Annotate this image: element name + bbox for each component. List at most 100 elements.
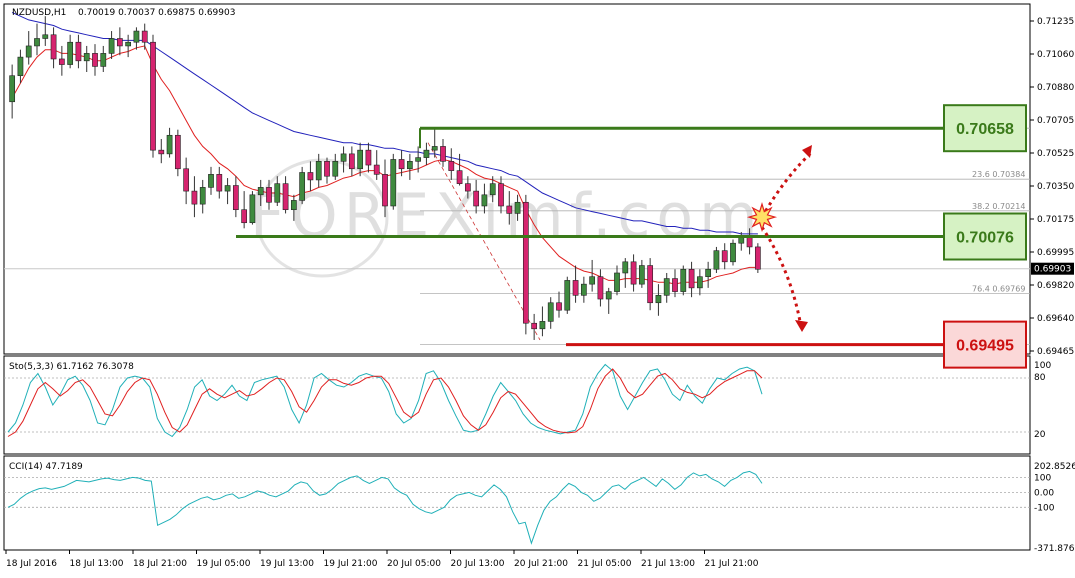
price-axis-label: 0.69465	[1037, 347, 1074, 357]
bullish-candle	[274, 183, 281, 203]
bearish-candle	[448, 161, 455, 171]
bullish-candle	[539, 321, 546, 330]
bullish-candle	[249, 194, 256, 224]
time-axis-label: 18 Jul 21:00	[133, 559, 187, 569]
bearish-candle	[754, 246, 761, 270]
time-axis-label: 21 Jul 13:00	[641, 559, 695, 569]
breakout-burst-icon	[746, 202, 778, 233]
bullish-candle	[315, 161, 322, 181]
bullish-candle	[9, 75, 16, 103]
fib-label: 23.6 0.70384	[972, 170, 1025, 179]
price-axis-label: 0.71235	[1037, 17, 1074, 27]
bullish-candle	[622, 261, 629, 274]
price-axis-label: 0.69995	[1037, 248, 1074, 258]
bullish-candle	[423, 149, 430, 158]
price-axis-label: 0.69820	[1037, 281, 1074, 291]
bullish-candle	[125, 41, 132, 47]
bullish-candle	[605, 291, 612, 300]
bullish-candle	[415, 157, 422, 162]
bullish-candle	[199, 187, 206, 205]
bearish-projection-path	[760, 226, 802, 322]
bearish-candle	[58, 58, 65, 65]
time-axis-label: 19 Jul 05:00	[197, 559, 251, 569]
bullish-candle	[713, 250, 720, 270]
bearish-candle	[216, 174, 223, 192]
time-axis-label: 19 Jul 13:00	[260, 559, 314, 569]
fib-label: 38.2 0.70214	[972, 202, 1025, 211]
forex-chart: FOREXimf.com 23.6 0.70384 38.2 0.70214 76.…	[0, 0, 1075, 578]
bullish-candle	[257, 187, 264, 196]
bullish-candle	[108, 38, 115, 54]
bearish-candle	[232, 185, 239, 211]
cci-panel-frame	[3, 455, 1031, 551]
stochastic-axis-label: 20	[1034, 430, 1046, 440]
bullish-candle	[680, 268, 687, 292]
bearish-candle	[531, 322, 538, 330]
bullish-candle	[696, 276, 703, 289]
bullish-candle	[431, 146, 438, 151]
bullish-candle	[224, 185, 231, 192]
time-axis-label: 20 Jul 05:00	[387, 559, 441, 569]
bearish-candle	[506, 205, 513, 214]
bullish-candle	[580, 283, 587, 296]
bearish-candle	[183, 168, 190, 192]
time-axis-label: 18 Jul 2016	[6, 559, 57, 569]
bearish-candle	[174, 134, 181, 170]
bearish-candle	[647, 265, 654, 304]
bearish-candle	[307, 172, 314, 181]
bearish-candle	[456, 170, 463, 184]
bullish-candle	[25, 45, 32, 58]
bearish-candle	[50, 34, 57, 60]
bullish-candle	[340, 153, 347, 162]
bullish-candle	[614, 272, 620, 292]
bullish-candle	[655, 295, 662, 304]
bearish-candle	[522, 201, 529, 324]
bearish-candle	[241, 209, 248, 224]
time-axis-label: 20 Jul 21:00	[514, 559, 568, 569]
bullish-projection-arrowhead	[802, 145, 812, 158]
bullish-candle	[166, 134, 173, 155]
watermark-text: FOREXimf.com	[250, 181, 764, 251]
bearish-candle	[473, 190, 480, 207]
pivot-level-label: 0.70076	[956, 230, 1014, 247]
bullish-candle	[299, 172, 306, 201]
bearish-candle	[282, 183, 289, 211]
bullish-candle	[42, 34, 49, 39]
bearish-candle	[672, 278, 678, 292]
current-price-label: 0.69903	[1034, 265, 1071, 275]
cci-axis-label: 0.00	[1034, 488, 1054, 498]
stochastic-panel-frame	[3, 355, 1031, 455]
bearish-candle	[464, 183, 471, 192]
bullish-candle	[67, 41, 74, 65]
bullish-candle	[705, 268, 712, 278]
bearish-candle	[92, 53, 98, 67]
resistance-level-label: 0.70658	[956, 121, 1014, 138]
bearish-candle	[141, 30, 148, 43]
bullish-candle	[34, 38, 40, 47]
price-axis-label: 0.70525	[1037, 149, 1074, 159]
bullish-candle	[481, 194, 488, 207]
bearish-candle	[75, 41, 82, 62]
bullish-candle	[730, 242, 736, 263]
bearish-candle	[373, 164, 380, 175]
price-axis-label: 0.70705	[1037, 116, 1074, 126]
cci-title: CCI(14) 47.7189	[9, 462, 83, 472]
cci-axis-label: 202.8526	[1034, 462, 1075, 472]
bearish-candle	[556, 302, 562, 311]
instrument-label: NZDUSD,H1	[12, 8, 66, 18]
time-axis-label: 20 Jul 13:00	[451, 559, 505, 569]
bullish-candle	[17, 56, 24, 77]
bearish-candle	[266, 187, 272, 203]
bullish-candle	[83, 53, 90, 62]
bullish-projection-path	[760, 150, 814, 218]
support-level-label: 0.69495	[956, 338, 1014, 355]
bullish-candle	[390, 159, 397, 207]
price-axis-label: 0.69640	[1037, 314, 1074, 324]
bearish-candle	[597, 276, 604, 300]
price-axis-label: 0.70350	[1037, 182, 1074, 192]
bearish-candle	[365, 149, 372, 166]
bullish-candle	[208, 174, 214, 188]
bearish-candle	[440, 146, 446, 162]
time-axis-label: 21 Jul 21:00	[705, 559, 759, 569]
bearish-candle	[398, 159, 405, 170]
